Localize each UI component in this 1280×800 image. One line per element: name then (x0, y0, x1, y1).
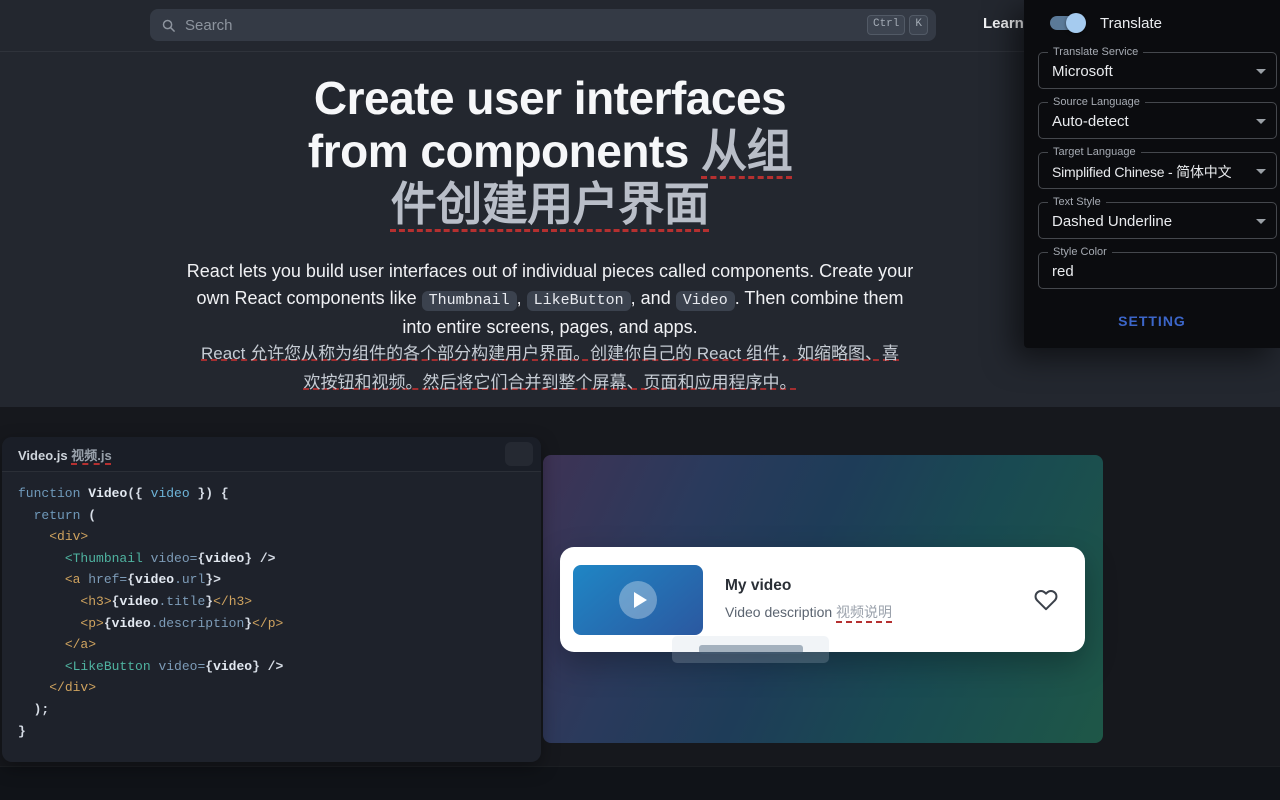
tab-filename-translated: 视频.js (71, 448, 111, 463)
translate-fields: Translate Service Microsoft Source Langu… (1024, 52, 1280, 289)
video-card-text: My video Video description 视频说明 (725, 577, 1033, 622)
key-ctrl: Ctrl (867, 15, 905, 34)
code-content[interactable]: function Video({ video }) { return ( <di… (2, 472, 541, 742)
code-line: <h3>{video.title}</h3> (18, 591, 541, 613)
play-icon (634, 592, 647, 608)
nav-item-learn[interactable]: Learn (983, 15, 1024, 32)
code-line: <p>{video.description}</p> (18, 613, 541, 635)
translate-toggle-row: Translate (1048, 13, 1280, 33)
hero-paragraph: React lets you build user interfaces out… (180, 258, 920, 341)
code-line: </a> (18, 634, 541, 656)
code-line: ); (18, 699, 541, 721)
field-label: Translate Service (1048, 46, 1143, 59)
search-input[interactable]: Search Ctrl K (150, 9, 936, 41)
translate-toggle-label: Translate (1100, 15, 1162, 32)
code-line: return ( (18, 505, 541, 527)
code-line: function Video({ video }) { (18, 483, 541, 505)
field-value: Microsoft (1052, 63, 1113, 80)
chevron-down-icon (1256, 69, 1266, 74)
tab-filename: Video.js (18, 448, 71, 463)
video-thumbnail[interactable] (573, 565, 703, 635)
field-label: Target Language (1048, 146, 1141, 159)
title-translated-text: 件创建用户界面 (391, 178, 710, 230)
title-text: from components (308, 125, 701, 177)
code-line: <LikeButton video={video} /> (18, 656, 541, 678)
paragraph-text: , (517, 288, 527, 308)
search-shortcut: Ctrl K (867, 15, 928, 34)
field-style-color[interactable]: Style Color red (1038, 252, 1277, 289)
field-target-language[interactable]: Target Language Simplified Chinese - 简体中… (1038, 152, 1277, 189)
hero-title-line: from components 从组 (0, 125, 1100, 178)
inline-code: Thumbnail (422, 291, 517, 311)
inline-code: LikeButton (527, 291, 631, 311)
video-description-translated: 视频说明 (836, 604, 892, 620)
chevron-down-icon (1256, 219, 1266, 224)
paragraph-text: , and (631, 288, 676, 308)
field-value: red (1052, 263, 1074, 280)
tab-bar-ghost (505, 442, 533, 466)
translate-panel: Translate Translate Service Microsoft So… (1024, 0, 1280, 348)
field-label: Style Color (1048, 246, 1112, 259)
code-line: <div> (18, 526, 541, 548)
video-description-en: Video description (725, 604, 836, 620)
hero-title-line: 件创建用户界面 (0, 178, 1100, 231)
code-editor: Video.js 视频.js function Video({ video })… (2, 437, 541, 762)
heart-outline-icon (1033, 588, 1059, 612)
search-placeholder: Search (185, 17, 233, 34)
hero-title-line: Create user interfaces (0, 72, 1100, 125)
code-line: } (18, 721, 541, 743)
play-button[interactable] (619, 581, 657, 619)
hero-paragraph-translated: React 允许您从称为组件的各个部分构建用户界面。创建你自己的 React 组… (200, 339, 900, 397)
setting-button[interactable]: SETTING (1118, 313, 1186, 329)
field-value: Simplified Chinese - 简体中文 (1052, 162, 1231, 182)
title-translated-text: 从组 (701, 125, 792, 177)
code-line: <Thumbnail video={video} /> (18, 548, 541, 570)
video-description: Video description 视频说明 (725, 602, 1033, 622)
field-source-language[interactable]: Source Language Auto-detect (1038, 102, 1277, 139)
chevron-down-icon (1256, 119, 1266, 124)
field-label: Text Style (1048, 196, 1106, 209)
field-value: Dashed Underline (1052, 213, 1172, 230)
field-value: Auto-detect (1052, 113, 1129, 130)
field-label: Source Language (1048, 96, 1145, 109)
toggle-thumb (1066, 13, 1086, 33)
hero-title: Create user interfacesfrom components 从组… (0, 72, 1100, 231)
chevron-down-icon (1256, 169, 1266, 174)
field-translate-service[interactable]: Translate Service Microsoft (1038, 52, 1277, 89)
title-text: Create user interfaces (314, 72, 786, 124)
preview-panel: My video Video description 视频说明 (543, 455, 1103, 743)
code-line: <a href={video.url}> (18, 569, 541, 591)
video-title: My video (725, 577, 1033, 595)
translate-toggle[interactable] (1048, 13, 1086, 33)
code-line: </div> (18, 677, 541, 699)
ghost-tooltip (672, 636, 829, 663)
key-k: K (909, 15, 928, 34)
like-button[interactable] (1033, 588, 1059, 612)
tab-video-js[interactable]: Video.js 视频.js (18, 445, 112, 464)
inline-code: Video (676, 291, 735, 311)
editor-tab-bar: Video.js 视频.js (2, 437, 541, 472)
footer-bar (0, 766, 1280, 800)
ghost-tooltip-text (699, 645, 803, 654)
page: Search Ctrl K Learn Translate Translate … (0, 0, 1280, 800)
search-icon (161, 18, 176, 33)
field-text-style[interactable]: Text Style Dashed Underline (1038, 202, 1277, 239)
